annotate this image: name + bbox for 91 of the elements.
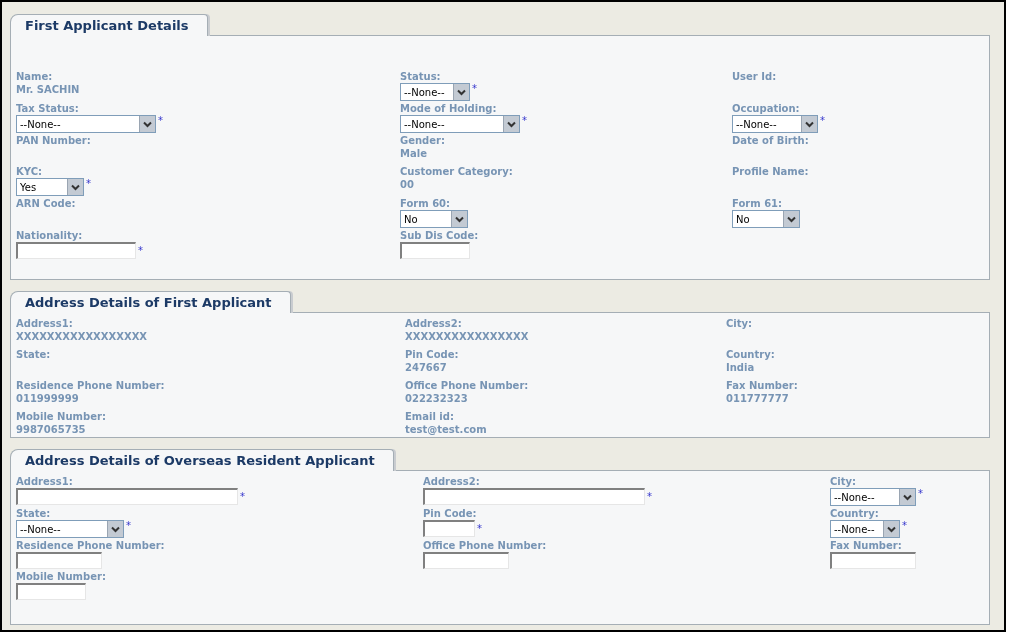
field-label: Sub Dis Code: (400, 229, 479, 242)
field-label: City: (830, 475, 857, 488)
required-mark: * (522, 115, 527, 127)
field-value: Male (400, 147, 427, 160)
dropdown[interactable]: No (732, 210, 800, 228)
field-label: Mobile Number: (16, 570, 106, 583)
dropdown[interactable]: --None-- (830, 488, 916, 506)
field-label: ARN Code: (16, 197, 76, 210)
dropdown[interactable]: --None-- (732, 115, 818, 133)
field-label: Mobile Number: (16, 410, 106, 423)
field-label: Name: (16, 70, 53, 83)
input-field[interactable] (400, 242, 470, 259)
required-mark: * (918, 488, 923, 500)
field-label: Address2: (405, 317, 462, 330)
field-label: City: (726, 317, 753, 330)
field-value: XXXXXXXXXXXXXXXX (405, 330, 529, 343)
input-field[interactable] (16, 583, 86, 600)
field-label: State: (16, 507, 51, 520)
field-label: Form 60: (400, 197, 451, 210)
dropdown[interactable]: --None-- (16, 115, 156, 133)
field-label: Country: (726, 348, 775, 361)
field-value: 011777777 (726, 392, 789, 405)
required-mark: * (902, 520, 907, 532)
field-label: Form 61: (732, 197, 783, 210)
field-value: 022232323 (405, 392, 468, 405)
field-label: Address1: (16, 317, 73, 330)
required-mark: * (86, 178, 91, 190)
required-mark: * (138, 245, 143, 257)
required-mark: * (158, 115, 163, 127)
field-label: Pin Code: (405, 348, 459, 361)
input-field[interactable] (423, 552, 509, 569)
field-label: Residence Phone Number: (16, 379, 165, 392)
input-field[interactable] (16, 242, 136, 259)
field-label: Gender: (400, 134, 445, 147)
caret-down-icon (455, 215, 464, 223)
field-label: Occupation: (732, 102, 800, 115)
field-label: State: (16, 348, 51, 361)
input-field[interactable] (423, 520, 475, 537)
field-value: test@test.com (405, 423, 487, 436)
caret-down-icon (143, 120, 152, 128)
dropdown[interactable]: --None-- (400, 83, 470, 101)
field-label: PAN Number: (16, 134, 91, 147)
field-label: Fax Number: (830, 539, 902, 552)
input-field[interactable] (423, 488, 645, 505)
field-value: 011999999 (16, 392, 79, 405)
field-label: Customer Category: (400, 165, 513, 178)
caret-down-icon (507, 120, 516, 128)
dropdown[interactable]: --None-- (830, 520, 900, 538)
field-label: Fax Number: (726, 379, 798, 392)
caret-down-icon (903, 493, 912, 501)
field-label: Profile Name: (732, 165, 809, 178)
caret-down-icon (111, 525, 120, 533)
field-label: Nationality: (16, 229, 83, 242)
field-label: KYC: (16, 165, 42, 178)
field-label: Mode of Holding: (400, 102, 497, 115)
caret-down-icon (71, 183, 80, 191)
required-mark: * (240, 491, 245, 503)
field-value: 00 (400, 178, 414, 191)
field-label: User Id: (732, 70, 777, 83)
field-label: Office Phone Number: (405, 379, 529, 392)
required-mark: * (126, 520, 131, 532)
field-value: India (726, 361, 755, 374)
caret-down-icon (787, 215, 796, 223)
caret-down-icon (457, 88, 466, 96)
field-label: Status: (400, 70, 441, 83)
input-field[interactable] (16, 488, 238, 505)
field-value: 247667 (405, 361, 447, 374)
field-label: Email id: (405, 410, 454, 423)
field-label: Pin Code: (423, 507, 477, 520)
field-label: Address1: (16, 475, 73, 488)
dropdown[interactable]: --None-- (400, 115, 520, 133)
caret-down-icon (805, 120, 814, 128)
required-mark: * (472, 83, 477, 95)
required-mark: * (820, 115, 825, 127)
input-field[interactable] (16, 552, 102, 569)
field-label: Address2: (423, 475, 480, 488)
field-value: Mr. SACHIN (16, 83, 80, 96)
field-value: 9987065735 (16, 423, 86, 436)
field-value: XXXXXXXXXXXXXXXXX (16, 330, 148, 343)
field-label: Office Phone Number: (423, 539, 547, 552)
field-label: Residence Phone Number: (16, 539, 165, 552)
required-mark: * (647, 491, 652, 503)
field-label: Date of Birth: (732, 134, 809, 147)
required-mark: * (477, 523, 482, 535)
dropdown[interactable]: No (400, 210, 468, 228)
input-field[interactable] (830, 552, 916, 569)
field-label: Tax Status: (16, 102, 79, 115)
dropdown[interactable]: Yes (16, 178, 84, 196)
caret-down-icon (887, 525, 896, 533)
dropdown[interactable]: --None-- (16, 520, 124, 538)
field-label: Country: (830, 507, 879, 520)
